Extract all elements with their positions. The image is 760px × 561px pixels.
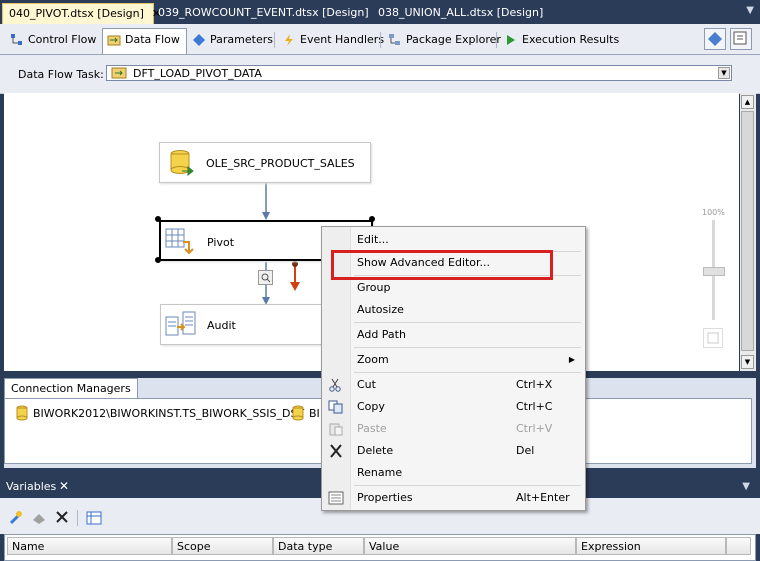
highlight-annotation-box [331, 250, 553, 280]
scroll-down-icon[interactable]: ▼ [741, 355, 754, 369]
menu-separator [354, 347, 581, 348]
menu-item-shortcut: Ctrl+X [516, 378, 553, 391]
menu-item-group[interactable]: Group [322, 278, 585, 298]
ole-source-component[interactable]: OLE_SRC_PRODUCT_SALES [159, 142, 371, 183]
column-header-value[interactable]: Value [364, 537, 576, 555]
menu-item-cut[interactable]: Cut Ctrl+X [322, 375, 585, 395]
variables-title: Variables [6, 480, 57, 493]
move-variable-icon[interactable] [31, 510, 47, 526]
component-label: Pivot [207, 236, 235, 249]
menu-item-delete[interactable]: Delete Del [322, 441, 585, 461]
column-header-expression[interactable]: Expression [576, 537, 726, 555]
menu-item-label: Zoom [357, 353, 389, 366]
menu-item-label: Rename [357, 466, 403, 479]
menu-separator [354, 485, 581, 486]
menu-item-rename[interactable]: Rename [322, 463, 585, 483]
column-header-data-type[interactable]: Data type [273, 537, 364, 555]
connection-managers-tab[interactable]: Connection Managers [4, 378, 138, 399]
variables-grid[interactable]: Name Scope Data type Value Expression [4, 534, 756, 561]
magnifier-icon [261, 273, 271, 283]
menu-item-edit[interactable]: Edit... [322, 230, 585, 250]
connection-manager-label: BIWORK2012\BIWORKINST.TS_BIWORK_SSIS_DST [33, 407, 305, 420]
column-header-name[interactable]: Name [7, 537, 172, 555]
toolbar-separator [77, 510, 78, 526]
properties-icon [328, 491, 344, 505]
path-data-viewer-icon[interactable] [258, 270, 273, 285]
menu-item-label: Add Path [357, 328, 406, 341]
component-label: Audit [207, 319, 236, 332]
menu-item-copy[interactable]: Copy Ctrl+C [322, 397, 585, 417]
connection-manager-item[interactable]: BI [291, 405, 320, 421]
menu-item-shortcut: Ctrl+C [516, 400, 553, 413]
menu-item-autosize[interactable]: Autosize [322, 300, 585, 320]
menu-item-shortcut: Ctrl+V [516, 422, 553, 435]
database-icon [16, 405, 28, 421]
menu-separator [354, 372, 581, 373]
column-header-extra[interactable] [726, 537, 751, 555]
selection-handle[interactable] [155, 257, 161, 263]
column-header-scope[interactable]: Scope [172, 537, 273, 555]
database-source-icon [170, 150, 194, 177]
menu-item-shortcut: Del [516, 444, 535, 457]
add-variable-icon[interactable] [8, 510, 24, 526]
menu-item-label: Copy [357, 400, 385, 413]
menu-separator [354, 322, 581, 323]
database-icon [292, 405, 304, 421]
menu-item-shortcut: Alt+Enter [516, 491, 570, 504]
zoom-level-label: 100% [702, 208, 725, 217]
paste-icon [329, 423, 343, 436]
zoom-to-fit-button[interactable] [703, 328, 723, 348]
chevron-right-icon: ▶ [568, 355, 575, 364]
close-icon[interactable]: ✕ [59, 479, 69, 493]
scroll-thumb[interactable] [741, 111, 754, 351]
menu-item-label: Group [357, 281, 391, 294]
delete-variable-icon[interactable] [55, 510, 69, 524]
menu-item-label: Autosize [357, 303, 404, 316]
grid-options-icon[interactable] [86, 510, 102, 526]
menu-item-label: Delete [357, 444, 394, 457]
component-label: OLE_SRC_PRODUCT_SALES [206, 157, 355, 170]
menu-item-label: Properties [357, 491, 413, 504]
audit-transform-icon [165, 311, 196, 336]
menu-item-label: Edit... [357, 233, 389, 246]
menu-item-properties[interactable]: Properties Alt+Enter [322, 488, 585, 508]
canvas-vertical-scrollbar[interactable]: ▲ ▼ [740, 93, 756, 371]
copy-icon [328, 400, 343, 414]
pivot-transform-icon [165, 228, 194, 255]
zoom-slider-thumb[interactable] [703, 267, 725, 276]
menu-item-label: Cut [357, 378, 376, 391]
menu-item-paste[interactable]: Paste Ctrl+V [322, 419, 585, 439]
menu-item-label: Paste [357, 422, 387, 435]
selection-handle[interactable] [155, 216, 161, 222]
scissors-icon [329, 378, 341, 392]
menu-item-add-path[interactable]: Add Path [322, 325, 585, 345]
scroll-up-icon[interactable]: ▲ [741, 95, 754, 109]
menu-item-zoom[interactable]: Zoom ▶ [322, 350, 585, 370]
connection-manager-label: BI [309, 407, 320, 420]
fit-icon [707, 332, 719, 344]
panel-dropdown-icon[interactable]: ▼ [742, 481, 750, 492]
connection-manager-item[interactable]: BIWORK2012\BIWORKINST.TS_BIWORK_SSIS_DST [15, 405, 305, 421]
delete-icon [330, 444, 342, 458]
selection-handle[interactable] [369, 216, 375, 222]
